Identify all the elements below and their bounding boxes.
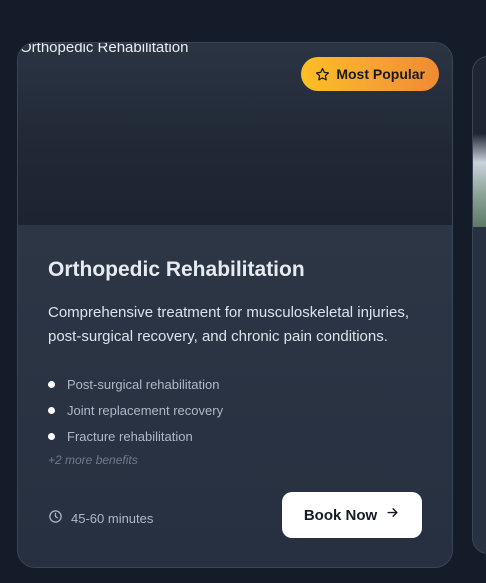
benefit-label: Post-surgical rehabilitation [67, 376, 220, 392]
next-service-card[interactable] [472, 56, 486, 554]
service-title: Orthopedic Rehabilitation [48, 258, 305, 281]
service-image: Orthopedic Rehabilitation Most Popular [18, 43, 452, 225]
duration-text: 45-60 minutes [71, 510, 154, 526]
most-popular-badge: Most Popular [301, 57, 439, 91]
benefit-label: Fracture rehabilitation [67, 428, 193, 444]
book-now-button[interactable]: Book Now [282, 492, 422, 538]
session-duration: 45-60 minutes [48, 509, 153, 527]
badge-label: Most Popular [336, 66, 425, 82]
more-benefits-text: +2 more benefits [48, 453, 138, 467]
card-body: Orthopedic Rehabilitation Comprehensive … [18, 225, 452, 567]
bullet-icon [48, 380, 55, 388]
benefits-list: Post-surgical rehabilitation Joint repla… [48, 371, 223, 449]
benefit-item: Post-surgical rehabilitation [48, 371, 223, 397]
service-description: Comprehensive treatment for musculoskele… [48, 304, 409, 345]
star-icon [315, 67, 330, 82]
book-now-label: Book Now [303, 506, 378, 524]
bullet-icon [48, 406, 55, 414]
bullet-icon [48, 432, 55, 440]
services-carousel: Orthopedic Rehabilitation Most Popular O… [0, 0, 486, 583]
benefit-label: Joint replacement recovery [67, 402, 224, 418]
image-alt-text: Orthopedic Rehabilitation [20, 42, 189, 56]
benefit-item: Joint replacement recovery [48, 397, 223, 423]
arrow-right-icon [385, 505, 400, 525]
benefit-item: Fracture rehabilitation [48, 423, 223, 449]
clock-icon [48, 509, 63, 527]
next-service-image [473, 57, 486, 227]
service-card[interactable]: Orthopedic Rehabilitation Most Popular O… [17, 42, 453, 568]
